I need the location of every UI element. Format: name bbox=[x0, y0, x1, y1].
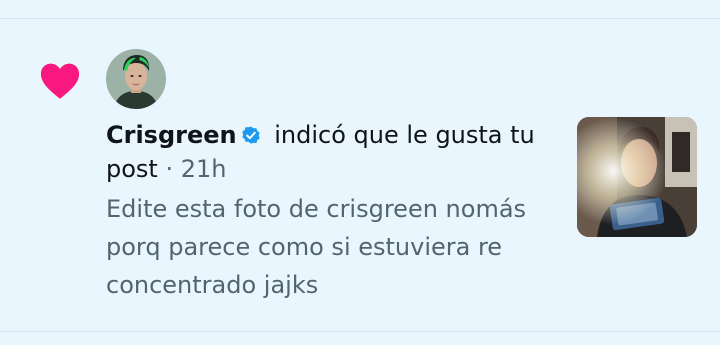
post-thumbnail[interactable] bbox=[577, 117, 697, 237]
notification-text: Crisgreen indicó que le gusta tu post · … bbox=[106, 118, 556, 304]
headline: Crisgreen indicó que le gusta tu post · … bbox=[106, 118, 556, 186]
post-text[interactable]: Edite esta foto de crisgreen nomás porq … bbox=[106, 190, 556, 304]
separator-dot: · bbox=[157, 155, 181, 183]
avatar[interactable] bbox=[106, 49, 166, 109]
divider-bottom bbox=[0, 331, 720, 332]
timestamp[interactable]: 21h bbox=[181, 155, 227, 183]
avatar-image bbox=[106, 49, 166, 109]
verified-badge-icon bbox=[241, 126, 260, 144]
user-name[interactable]: Crisgreen bbox=[106, 121, 237, 149]
heart-icon bbox=[40, 63, 80, 99]
post-thumbnail-image bbox=[577, 117, 697, 237]
